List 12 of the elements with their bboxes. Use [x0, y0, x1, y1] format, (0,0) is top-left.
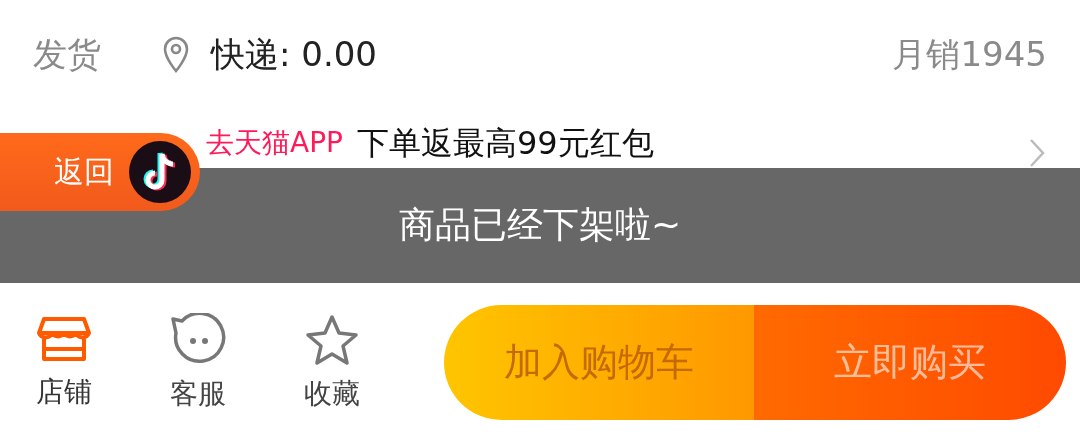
monthly-sales: 月销1945	[892, 33, 1047, 76]
bottom-tab[interactable]: 店铺	[12, 314, 116, 411]
chevron-right-icon[interactable]	[1029, 138, 1045, 168]
promo-text: 下单返最高99元红包	[356, 127, 654, 159]
bottom-tab[interactable]: 客服	[146, 312, 250, 413]
promo-highlight: 去天猫APP	[206, 129, 343, 157]
bottom-tab[interactable]: 收藏	[280, 312, 384, 413]
music-note-icon	[128, 140, 192, 204]
shipping-fee: 快递: 0.00	[211, 33, 377, 76]
star-icon	[304, 312, 360, 367]
shipping-label: 发货	[33, 33, 101, 76]
location-pin-icon	[161, 35, 191, 75]
